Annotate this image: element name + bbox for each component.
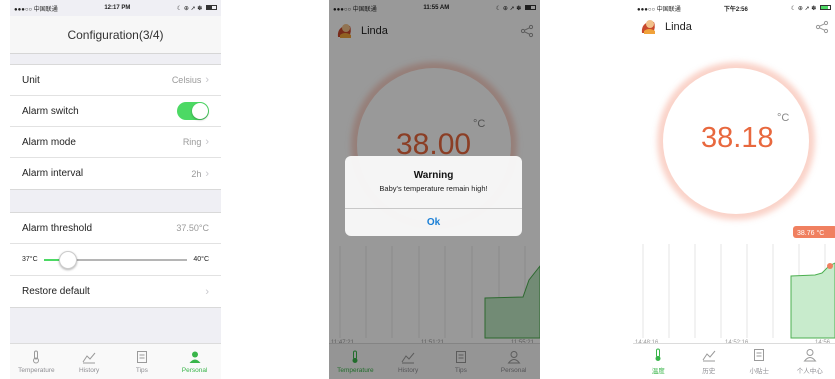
battery-icon [205,4,217,10]
dialog-message: Baby's temperature remain high! [379,184,488,193]
alarm-threshold-label: Alarm threshold [22,222,93,234]
restore-default-label: Restore default [22,286,90,297]
alarm-mode-row[interactable]: Alarm mode Ring › [10,127,221,158]
person-icon [189,351,201,363]
tab-tips[interactable]: 小贴士 [734,344,785,379]
chart-icon [82,352,96,363]
clock: 下午2:56 [723,6,748,13]
temperature-unit: °C [777,112,790,124]
alarm-switch-label: Alarm switch [22,105,79,117]
threshold-group: Alarm threshold 37.50°C 37°C 40°C Restor… [10,212,221,308]
thermometer-icon [655,348,661,361]
temperature-chart: 38.76 °C 14:48:16 14:52:16 14:56 [635,226,835,346]
slider-min-label: 37°C [22,256,38,263]
tab-label: 个人中心 [796,368,823,375]
status-icons: ☾ ⊕ ➚ ✽ [177,4,217,12]
threshold-slider-row: 37°C 40°C [10,244,221,276]
tab-personal[interactable]: Personal [168,344,221,379]
slider-max-label: 40°C [193,256,209,263]
temperature-screen-chinese: ●●●○○ 中国联通 下午2:56 ☾ ⊕ ➚ ✽ Linda 38.18 °C… [633,0,835,379]
warning-dialog: Warning Baby's temperature remain high! … [345,156,522,236]
baby-avatar-icon[interactable] [639,17,659,37]
current-point-marker [827,263,833,269]
chevron-right-icon: › [205,285,209,298]
page-title: Configuration(3/4) [10,16,221,54]
tab-label: Tips [135,366,148,374]
unit-label: Unit [22,74,40,86]
slider-knob[interactable] [59,250,78,269]
ok-button[interactable]: Ok [345,208,522,236]
settings-group: Unit Celsius › Alarm switch Alarm mode Ri… [10,64,221,190]
tab-history[interactable]: 历史 [684,344,735,379]
tab-label: Temperature [18,366,55,374]
battery-icon [819,4,831,10]
threshold-slider[interactable] [43,250,188,269]
unit-row[interactable]: Unit Celsius › [10,65,221,96]
alarm-switch-row: Alarm switch [10,96,221,127]
carrier-label: ●●●○○ 中国联通 [637,6,681,13]
tab-label: 小贴士 [749,368,770,375]
configuration-screen: ●●●○○ 中国联通 12:17 PM ☾ ⊕ ➚ ✽ Configuratio… [10,0,221,379]
tab-label: 历史 [702,368,716,375]
carrier-label: ●●●○○ 中国联通 [14,6,58,13]
tab-temperature[interactable]: 温度 [633,344,684,379]
app-header: Linda [633,16,835,38]
alarm-threshold-row: Alarm threshold 37.50°C [10,213,221,244]
tab-bar: 温度 历史 小贴士 个人中心 [633,343,835,379]
chevron-right-icon: › [205,136,209,148]
person-icon [803,349,817,362]
alarm-toggle[interactable] [177,102,209,120]
thermometer-icon [33,350,40,363]
current-temperature: 38.18 [701,122,774,154]
tab-label: Personal [181,366,208,374]
share-icon[interactable] [815,20,829,34]
alarm-mode-value: Ring [182,137,202,147]
tab-tips[interactable]: Tips [116,344,169,379]
clock: 12:17 PM [104,5,131,11]
chart-icon [702,350,716,362]
tab-bar: Temperature History Tips Personal [10,343,221,379]
tab-personal[interactable]: 个人中心 [785,344,835,379]
temperature-bubble-label: 38.76 °C [797,229,824,237]
status-bar: ●●●○○ 中国联通 下午2:56 ☾ ⊕ ➚ ✽ [633,0,835,16]
restore-default-row[interactable]: Restore default › [10,276,221,307]
chevron-right-icon: › [205,74,209,86]
document-icon [136,350,147,363]
alarm-interval-label: Alarm interval [22,168,84,179]
unit-value: Celsius [171,75,202,85]
tab-temperature[interactable]: Temperature [10,344,63,379]
alarm-interval-row[interactable]: Alarm interval 2h › [10,158,221,189]
temperature-area [790,262,835,339]
temperature-alert-screen: ●●●○○ 中国联通 11:55 AM ☾ ⊕ ➚ ✽ Linda 38.00 … [329,0,540,379]
document-icon [754,349,765,361]
alarm-threshold-value: 37.50°C [176,223,209,233]
chevron-right-icon: › [205,167,209,180]
status-bar: ●●●○○ 中国联通 12:17 PM ☾ ⊕ ➚ ✽ [10,0,221,16]
tab-label: History [79,366,100,374]
tab-label: 温度 [651,368,665,375]
alarm-interval-value: 2h [191,168,202,179]
alarm-mode-label: Alarm mode [22,136,76,148]
dialog-title: Warning [413,170,454,181]
tab-history[interactable]: History [63,344,116,379]
user-name: Linda [665,21,692,33]
status-icons: ☾ ⊕ ➚ ✽ [791,4,831,12]
